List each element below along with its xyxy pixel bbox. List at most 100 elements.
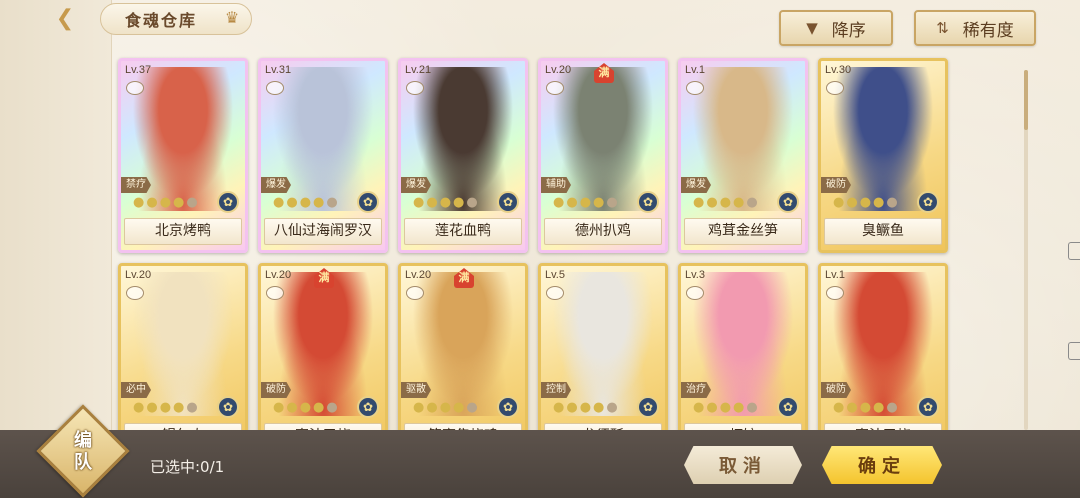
chat-bubble-icon — [826, 286, 844, 300]
star-icon: ● — [313, 195, 325, 210]
card-level: Lv.30 — [825, 64, 852, 76]
card-level: Lv.20 — [545, 64, 572, 76]
star-rating: ● ● ● ● ● — [553, 195, 618, 210]
sort-key-button[interactable]: ⇅ 稀有度 — [914, 10, 1036, 46]
system-nav-icon[interactable] — [1068, 242, 1080, 260]
star-icon: ● — [286, 195, 298, 210]
role-tag: 禁疗 — [121, 177, 151, 193]
star-icon: ● — [453, 195, 465, 210]
star-rating: ● ● ● ● ● — [273, 400, 338, 415]
soul-card[interactable]: Lv.1 爆发 ● ● ● ● ● ✿ 鸡茸金丝笋 — [678, 58, 808, 253]
star-icon: ● — [186, 400, 198, 415]
role-tag: 爆发 — [261, 177, 291, 193]
role-tag: 驱散 — [401, 382, 431, 398]
role-tag: 破防 — [821, 382, 851, 398]
star-icon: ● — [453, 400, 465, 415]
star-icon: ● — [299, 195, 312, 210]
star-icon: ● — [873, 400, 885, 415]
star-rating: ● ● ● ● ● — [833, 195, 898, 210]
flower-emblem-icon: ✿ — [497, 191, 519, 213]
flower-emblem-icon: ✿ — [637, 396, 659, 418]
star-icon: ● — [833, 195, 845, 210]
star-icon: ● — [566, 195, 578, 210]
star-icon: ● — [159, 195, 172, 210]
star-icon: ● — [606, 400, 618, 415]
sort-order-label: 降序 — [831, 20, 866, 41]
star-icon: ● — [719, 195, 732, 210]
star-icon: ● — [846, 400, 858, 415]
soul-card[interactable]: Lv.3治疗●●●●●✿虾饺 — [678, 263, 808, 458]
card-name: 八仙过海闹罗汉 — [264, 218, 382, 245]
soul-card[interactable]: Lv.1破防●●●●●✿蜜汁叉烧 — [818, 263, 948, 458]
star-icon: ● — [159, 400, 172, 415]
selected-count: 已选中:0/1 — [150, 458, 225, 476]
star-rating: ● ● ● ● ● — [693, 400, 758, 415]
star-icon: ● — [426, 400, 438, 415]
star-icon: ● — [426, 195, 438, 210]
flower-emblem-icon: ✿ — [357, 396, 379, 418]
star-icon: ● — [186, 195, 198, 210]
card-name: 北京烤鸭 — [124, 218, 242, 245]
chat-bubble-icon — [266, 81, 284, 95]
star-icon: ● — [579, 195, 592, 210]
star-rating: ● ● ● ● ● — [133, 400, 198, 415]
card-level: Lv.20 — [405, 269, 432, 281]
soul-card[interactable]: Lv.31 爆发 ● ● ● ● ● ✿ 八仙过海闹罗汉 — [258, 58, 388, 253]
role-tag: 爆发 — [401, 177, 431, 193]
star-icon: ● — [273, 400, 285, 415]
card-name: 莲花血鸭 — [404, 218, 522, 245]
star-icon: ● — [326, 400, 338, 415]
role-tag: 破防 — [261, 382, 291, 398]
card-name: 鸡茸金丝笋 — [684, 218, 802, 245]
star-icon: ● — [313, 400, 325, 415]
star-icon: ● — [706, 400, 718, 415]
star-icon: ● — [413, 195, 425, 210]
soul-card[interactable]: Lv.20满破防●●●●●✿蜜汁叉烧 — [258, 263, 388, 458]
card-level: Lv.20 — [125, 269, 152, 281]
flower-emblem-icon: ✿ — [357, 191, 379, 213]
flower-emblem-icon: ✿ — [497, 396, 519, 418]
star-icon: ● — [326, 195, 338, 210]
card-level: Lv.5 — [545, 269, 565, 281]
star-icon: ● — [466, 400, 478, 415]
soul-card[interactable]: Lv.21 爆发 ● ● ● ● ● ✿ 莲花血鸭 — [398, 58, 528, 253]
star-icon: ● — [579, 400, 592, 415]
soul-card[interactable]: Lv.5控制●●●●●✿龙须酥 — [538, 263, 668, 458]
cancel-button[interactable]: 取消 — [684, 446, 802, 484]
star-icon: ● — [746, 400, 758, 415]
star-icon: ● — [693, 195, 705, 210]
card-level: Lv.37 — [125, 64, 152, 76]
soul-card[interactable]: Lv.20满驱散●●●●●✿符离集烧鸡 — [398, 263, 528, 458]
card-level: Lv.21 — [405, 64, 432, 76]
system-nav-icon[interactable] — [1068, 342, 1080, 360]
chat-bubble-icon — [266, 286, 284, 300]
role-tag: 必中 — [121, 382, 151, 398]
chat-bubble-icon — [826, 81, 844, 95]
soul-card[interactable]: Lv.37 禁疗 ● ● ● ● ● ✿ 北京烤鸭 — [118, 58, 248, 253]
soul-card[interactable]: Lv.20必中●●●●●✿锅包肉 — [118, 263, 248, 458]
sort-order-button[interactable]: ▼ 降序 — [779, 10, 893, 46]
confirm-button[interactable]: 确定 — [822, 446, 942, 484]
chat-bubble-icon — [546, 81, 564, 95]
left-rail — [0, 0, 112, 430]
star-icon: ● — [133, 195, 145, 210]
star-icon: ● — [146, 400, 158, 415]
star-icon: ● — [593, 195, 605, 210]
triangle-down-icon: ▼ — [806, 19, 818, 37]
star-icon: ● — [593, 400, 605, 415]
card-name: 德州扒鸡 — [544, 218, 662, 245]
max-level-badge: 满 — [594, 63, 614, 83]
role-tag: 爆发 — [681, 177, 711, 193]
scrollbar-thumb[interactable] — [1024, 70, 1028, 130]
soul-card[interactable]: Lv.20 满辅助 ● ● ● ● ● ✿ 德州扒鸡 — [538, 58, 668, 253]
star-rating: ● ● ● ● ● — [833, 400, 898, 415]
star-icon: ● — [133, 400, 145, 415]
star-icon: ● — [886, 400, 898, 415]
soul-card[interactable]: Lv.30 破防 ● ● ● ● ● ✿ 臭鳜鱼 — [818, 58, 948, 253]
back-arrow-icon[interactable]: ❮ — [48, 4, 82, 32]
star-icon: ● — [553, 195, 565, 210]
star-rating: ● ● ● ● ● — [133, 195, 198, 210]
team-edit-label[interactable]: 编 队 — [54, 426, 112, 478]
star-icon: ● — [719, 400, 732, 415]
star-icon: ● — [733, 400, 745, 415]
